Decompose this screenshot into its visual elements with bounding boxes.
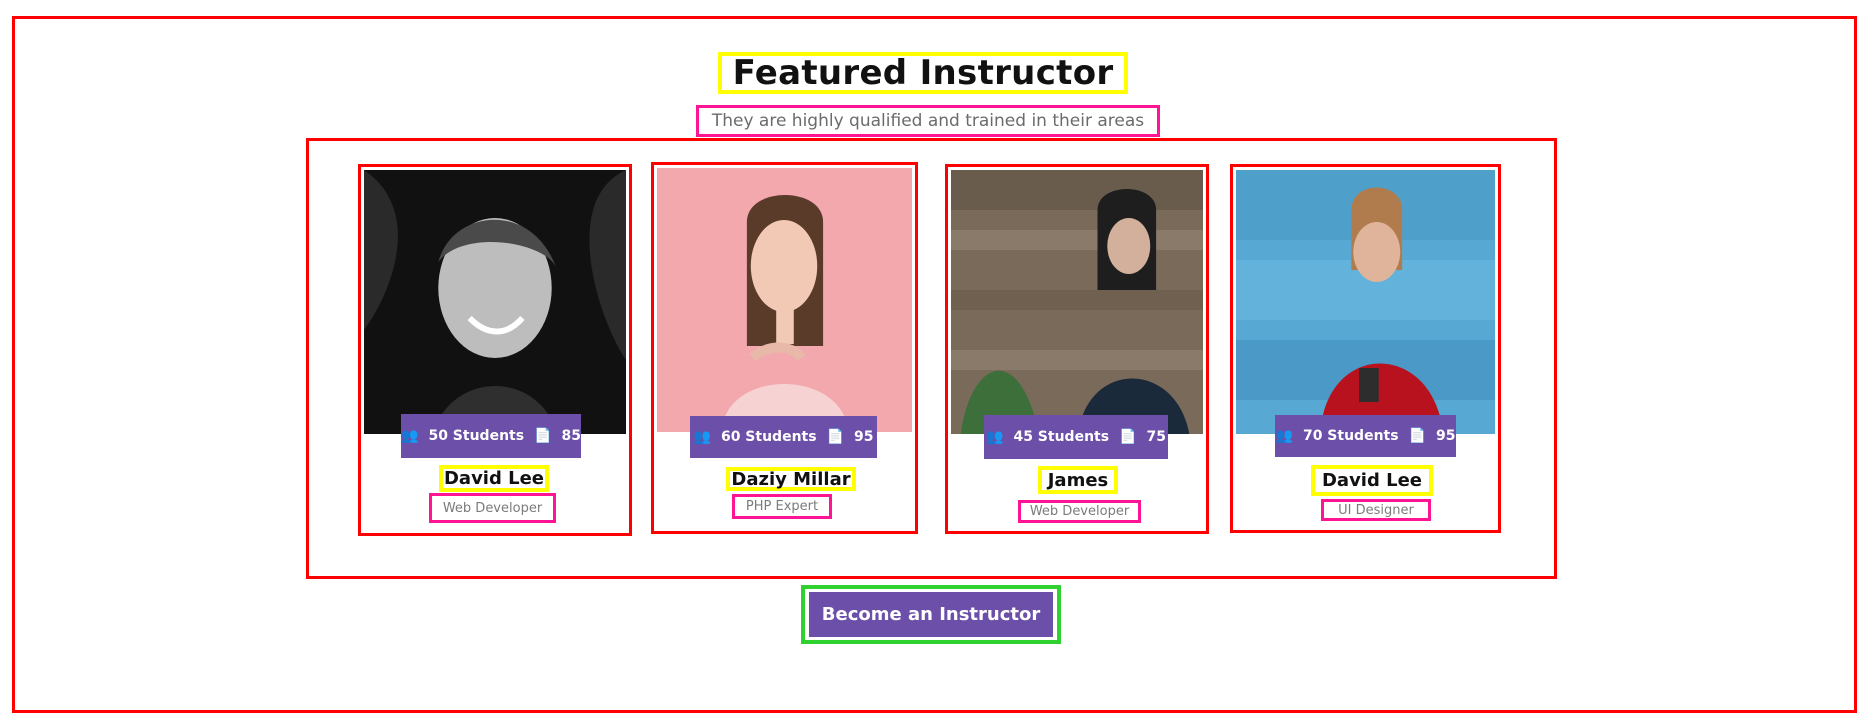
document-icon: 📄 [1408,428,1426,444]
students-count: 50 Students [428,428,525,444]
instructor-card[interactable]: 👥 70 Students 📄 95 David Lee UI Designer [1230,164,1501,533]
instructor-photo [657,168,912,432]
instructor-name: David Lee [1311,465,1433,496]
document-icon: 📄 [1119,429,1137,445]
section-title: Featured Instructor [718,52,1128,94]
lessons-count: 95 [854,429,874,445]
instructor-stats: 👥 50 Students 📄 85 [401,414,581,458]
instructor-card[interactable]: 👥 60 Students 📄 95 Daziy Millar PHP Expe… [651,162,918,534]
instructor-name-text: David Lee [1321,470,1423,491]
instructor-stats: 👥 70 Students 📄 95 [1275,415,1456,457]
instructor-name: David Lee [439,465,549,492]
students-count: 60 Students [720,429,817,445]
instructor-role: Web Developer [429,493,556,523]
become-instructor-button[interactable]: Become an Instructor [809,592,1053,637]
instructor-name: Daziy Millar [726,467,856,491]
instructor-role: UI Designer [1321,499,1431,521]
instructor-photo [951,170,1203,434]
lessons-count: 95 [1436,428,1456,444]
instructor-role-text: PHP Expert [745,499,819,514]
instructor-photo [364,170,626,434]
section-subtitle: They are highly qualified and trained in… [696,105,1160,137]
instructor-photo [1236,170,1495,434]
students-count: 70 Students [1302,428,1399,444]
users-icon: 👥 [986,429,1004,445]
instructor-card[interactable]: 👥 45 Students 📄 75 James Web Developer [945,164,1209,534]
document-icon: 📄 [534,428,552,444]
users-icon: 👥 [693,429,711,445]
instructor-name-text: Daziy Millar [731,468,851,490]
instructor-name-text: David Lee [443,468,545,489]
instructor-card[interactable]: 👥 50 Students 📄 85 David Lee Web Develop… [358,164,632,536]
lessons-count: 85 [561,428,581,444]
section-title-text: Featured Instructor [732,53,1114,93]
instructor-role-text: Web Developer [1029,504,1130,519]
lessons-count: 75 [1146,429,1166,445]
instructor-stats: 👥 45 Students 📄 75 [984,415,1168,459]
users-icon: 👥 [1275,428,1293,444]
students-count: 45 Students [1013,429,1110,445]
cta-wrapper: Become an Instructor [801,585,1061,644]
instructor-name-text: James [1047,469,1109,491]
users-icon: 👥 [401,428,419,444]
instructor-role-text: Web Developer [442,500,543,516]
document-icon: 📄 [826,429,844,445]
section-subtitle-text: They are highly qualified and trained in… [711,111,1145,131]
instructor-role: Web Developer [1018,500,1141,523]
instructor-role: PHP Expert [732,494,832,519]
instructor-stats: 👥 60 Students 📄 95 [690,416,877,458]
instructor-role-text: UI Designer [1338,502,1414,518]
instructor-name: James [1038,466,1118,494]
